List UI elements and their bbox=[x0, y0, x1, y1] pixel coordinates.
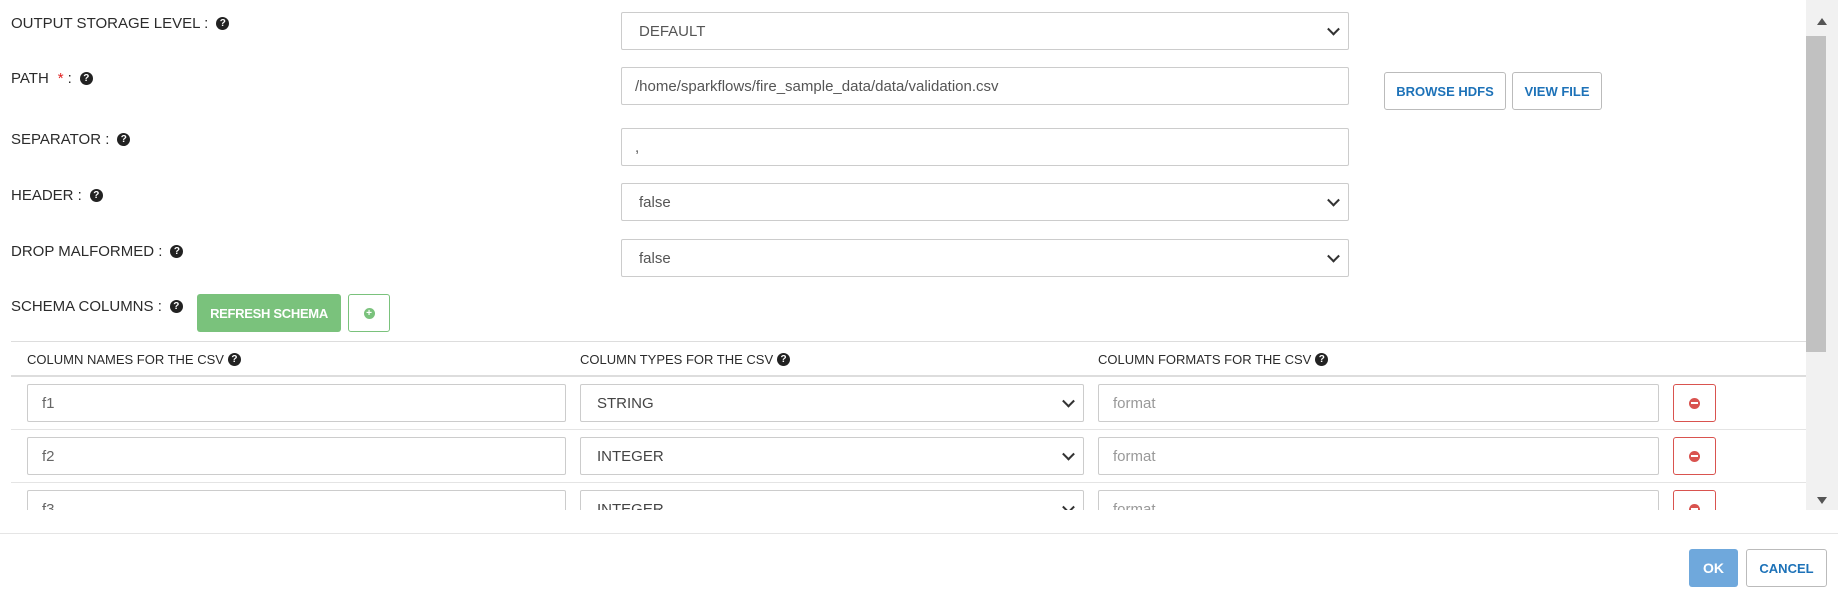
path-input[interactable]: /home/sparkflows/fire_sample_data/data/v… bbox=[621, 67, 1349, 105]
scroll-up-arrow-icon[interactable] bbox=[1817, 18, 1827, 25]
remove-column-button[interactable] bbox=[1673, 437, 1716, 475]
column-type-select[interactable]: INTEGER bbox=[580, 490, 1084, 510]
drop-malformed-label-text: DROP MALFORMED : bbox=[11, 243, 163, 260]
column-type-select[interactable]: STRING bbox=[580, 384, 1084, 422]
chevron-down-icon bbox=[1327, 249, 1340, 263]
help-icon[interactable]: ? bbox=[117, 133, 131, 146]
column-name-value: f3 bbox=[42, 500, 55, 511]
column-name-input[interactable]: f1 bbox=[27, 384, 566, 422]
column-type-value: INTEGER bbox=[597, 500, 664, 511]
separator-label-text: SEPARATOR : bbox=[11, 131, 110, 148]
footer-divider bbox=[0, 533, 1838, 534]
column-formats-header: COLUMN FORMATS FOR THE CSV ? bbox=[1098, 352, 1329, 367]
remove-column-button[interactable] bbox=[1673, 384, 1716, 422]
column-formats-header-text: COLUMN FORMATS FOR THE CSV bbox=[1098, 352, 1312, 367]
vertical-scrollbar[interactable] bbox=[1806, 0, 1838, 510]
plus-circle-icon: + bbox=[363, 307, 375, 319]
header-label: HEADER : ? bbox=[11, 187, 103, 204]
scrollbar-thumb[interactable] bbox=[1806, 36, 1826, 352]
column-format-placeholder: format bbox=[1113, 500, 1156, 511]
minus-circle-icon bbox=[1689, 503, 1700, 510]
column-type-select[interactable]: INTEGER bbox=[580, 437, 1084, 475]
chevron-down-icon bbox=[1062, 447, 1075, 461]
column-name-value: f1 bbox=[42, 394, 55, 412]
separator-input[interactable]: , bbox=[621, 128, 1349, 166]
chevron-down-icon bbox=[1062, 394, 1075, 408]
drop-malformed-select[interactable]: false bbox=[621, 239, 1349, 277]
remove-column-button[interactable] bbox=[1673, 490, 1716, 510]
chevron-down-icon bbox=[1327, 22, 1340, 36]
help-icon[interactable]: ? bbox=[777, 353, 791, 366]
help-icon[interactable]: ? bbox=[1315, 353, 1329, 366]
path-label-colon: : bbox=[67, 70, 72, 87]
required-mark: * bbox=[57, 70, 64, 87]
column-name-value: f2 bbox=[42, 447, 55, 465]
separator-label: SEPARATOR : ? bbox=[11, 131, 131, 148]
column-format-input[interactable]: format bbox=[1098, 490, 1659, 510]
table-top-divider bbox=[11, 341, 1806, 342]
schema-columns-label-text: SCHEMA COLUMNS : bbox=[11, 298, 162, 315]
ok-button[interactable]: OK bbox=[1689, 549, 1738, 587]
minus-circle-icon bbox=[1689, 397, 1700, 409]
path-value: /home/sparkflows/fire_sample_data/data/v… bbox=[635, 77, 999, 95]
drop-malformed-value: false bbox=[639, 249, 671, 267]
column-format-input[interactable]: format bbox=[1098, 384, 1659, 422]
column-types-header: COLUMN TYPES FOR THE CSV ? bbox=[580, 352, 791, 367]
row-divider bbox=[11, 482, 1806, 483]
path-label-text: PATH bbox=[11, 70, 49, 87]
schema-columns-label: SCHEMA COLUMNS : ? bbox=[11, 298, 183, 315]
table-header-divider bbox=[11, 375, 1806, 377]
storage-level-label: OUTPUT STORAGE LEVEL : ? bbox=[11, 15, 230, 32]
column-type-value: STRING bbox=[597, 394, 654, 412]
help-icon[interactable]: ? bbox=[170, 245, 184, 258]
column-names-header-text: COLUMN NAMES FOR THE CSV bbox=[27, 352, 224, 367]
drop-malformed-label: DROP MALFORMED : ? bbox=[11, 243, 184, 260]
column-name-input[interactable]: f2 bbox=[27, 437, 566, 475]
help-icon[interactable]: ? bbox=[169, 300, 183, 313]
cancel-button[interactable]: CANCEL bbox=[1746, 549, 1827, 587]
storage-level-select[interactable]: DEFAULT bbox=[621, 12, 1349, 50]
path-label: PATH * : ? bbox=[11, 70, 93, 87]
chevron-down-icon bbox=[1327, 193, 1340, 207]
separator-value: , bbox=[635, 138, 640, 156]
help-icon[interactable]: ? bbox=[89, 189, 103, 202]
column-format-placeholder: format bbox=[1113, 394, 1156, 412]
form-scroll-area: OUTPUT STORAGE LEVEL : ? DEFAULT PATH * … bbox=[0, 0, 1806, 510]
column-type-value: INTEGER bbox=[597, 447, 664, 465]
column-format-input[interactable]: format bbox=[1098, 437, 1659, 475]
add-column-button[interactable]: + bbox=[348, 294, 390, 332]
refresh-schema-button[interactable]: REFRESH SCHEMA bbox=[197, 294, 341, 332]
chevron-down-icon bbox=[1062, 500, 1075, 510]
help-icon[interactable]: ? bbox=[216, 17, 230, 30]
storage-level-value: DEFAULT bbox=[639, 22, 706, 40]
view-file-button[interactable]: VIEW FILE bbox=[1512, 72, 1602, 110]
column-format-placeholder: format bbox=[1113, 447, 1156, 465]
scroll-down-arrow-icon[interactable] bbox=[1817, 497, 1827, 504]
column-names-header: COLUMN NAMES FOR THE CSV ? bbox=[27, 352, 241, 367]
help-icon[interactable]: ? bbox=[79, 72, 93, 85]
browse-hdfs-button[interactable]: BROWSE HDFS bbox=[1384, 72, 1506, 110]
header-select[interactable]: false bbox=[621, 183, 1349, 221]
minus-circle-icon bbox=[1689, 450, 1700, 462]
storage-level-label-text: OUTPUT STORAGE LEVEL : bbox=[11, 15, 209, 32]
column-types-header-text: COLUMN TYPES FOR THE CSV bbox=[580, 352, 774, 367]
header-value: false bbox=[639, 193, 671, 211]
help-icon[interactable]: ? bbox=[227, 353, 241, 366]
column-name-input[interactable]: f3 bbox=[27, 490, 566, 510]
row-divider bbox=[11, 429, 1806, 430]
header-label-text: HEADER : bbox=[11, 187, 82, 204]
